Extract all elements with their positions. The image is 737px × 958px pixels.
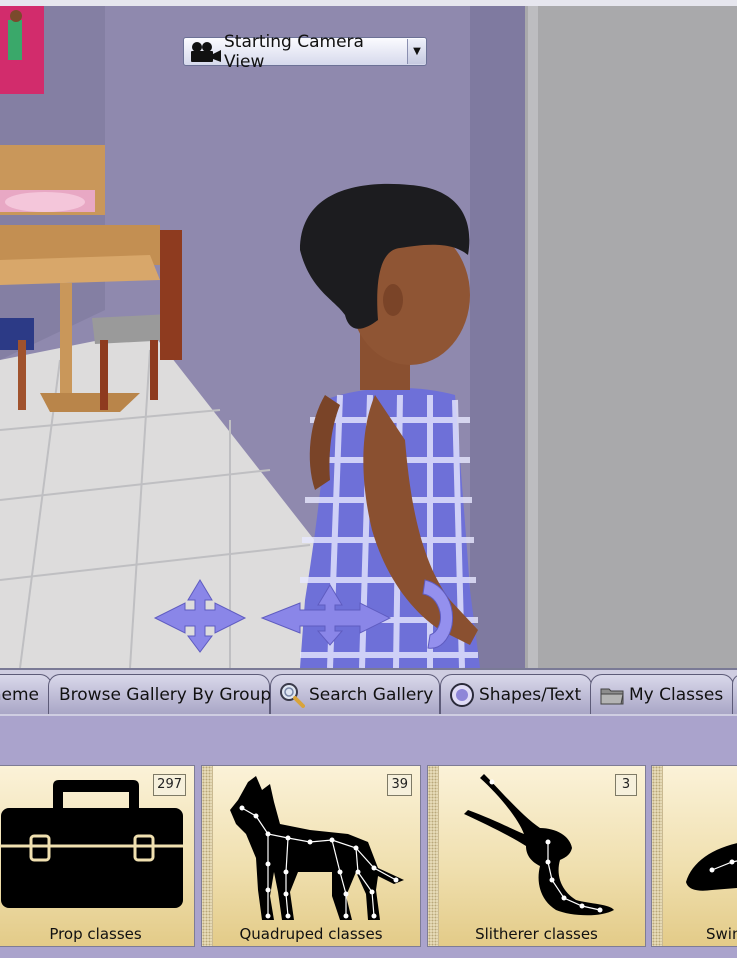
drag-grip[interactable] [202,766,213,946]
chevron-down-icon[interactable]: ▼ [407,39,426,64]
tab-label: My Classes [629,684,724,705]
camera-view-select[interactable]: Starting Camera View ▼ [183,32,427,72]
gallery-card-prop-classes[interactable]: 297 Prop classes [0,765,195,947]
tab-label: Browse Gallery By Group [59,684,272,705]
gallery-card-label: Swin [706,925,737,943]
magnifier-icon [280,682,305,708]
scene-viewport[interactable]: Starting Camera View ▼ [0,0,737,668]
tab-overflow[interactable] [732,674,737,714]
tab-label: Search Gallery [309,684,434,705]
tab-search-gallery[interactable]: Search Gallery [270,674,440,714]
tab-label: Shapes/Text [479,684,582,705]
circle-shape-icon [450,682,474,707]
quadruped-skeleton-icon [230,776,404,920]
class-count-badge: 297 [153,774,186,796]
tab-label: heme [0,684,39,705]
tab-browse-by-theme[interactable]: heme [0,674,52,714]
gallery-card-swimmer-classes[interactable]: Swin [651,765,737,947]
gallery-card-slitherer-classes[interactable]: 3 Slitherer classes [427,765,646,947]
movie-camera-icon [191,41,221,62]
tab-my-classes[interactable]: My Classes [590,674,734,714]
camera-view-label: Starting Camera View [224,31,364,72]
gallery-card-quadruped-classes[interactable]: 39 Quadruped classes [201,765,421,947]
swimmer-skeleton-icon [686,843,737,891]
scene-render [0,0,737,668]
tab-shapes-text[interactable]: Shapes/Text [440,674,592,714]
class-count-badge: 3 [615,774,637,796]
gallery-card-label: Slitherer classes [475,925,598,943]
gallery-card-label: Prop classes [49,925,142,943]
gallery-tab-bar: heme Browse Gallery By Group Search Gall… [0,668,737,716]
toolbox-icon [1,780,183,908]
slitherer-skeleton-icon [464,774,614,916]
class-count-badge: 39 [387,774,412,796]
drag-grip[interactable] [652,766,663,946]
tab-browse-gallery-by-group[interactable]: Browse Gallery By Group [48,674,272,714]
drag-grip[interactable] [428,766,439,946]
gallery-card-label: Quadruped classes [239,925,383,943]
folder-icon [600,688,624,704]
